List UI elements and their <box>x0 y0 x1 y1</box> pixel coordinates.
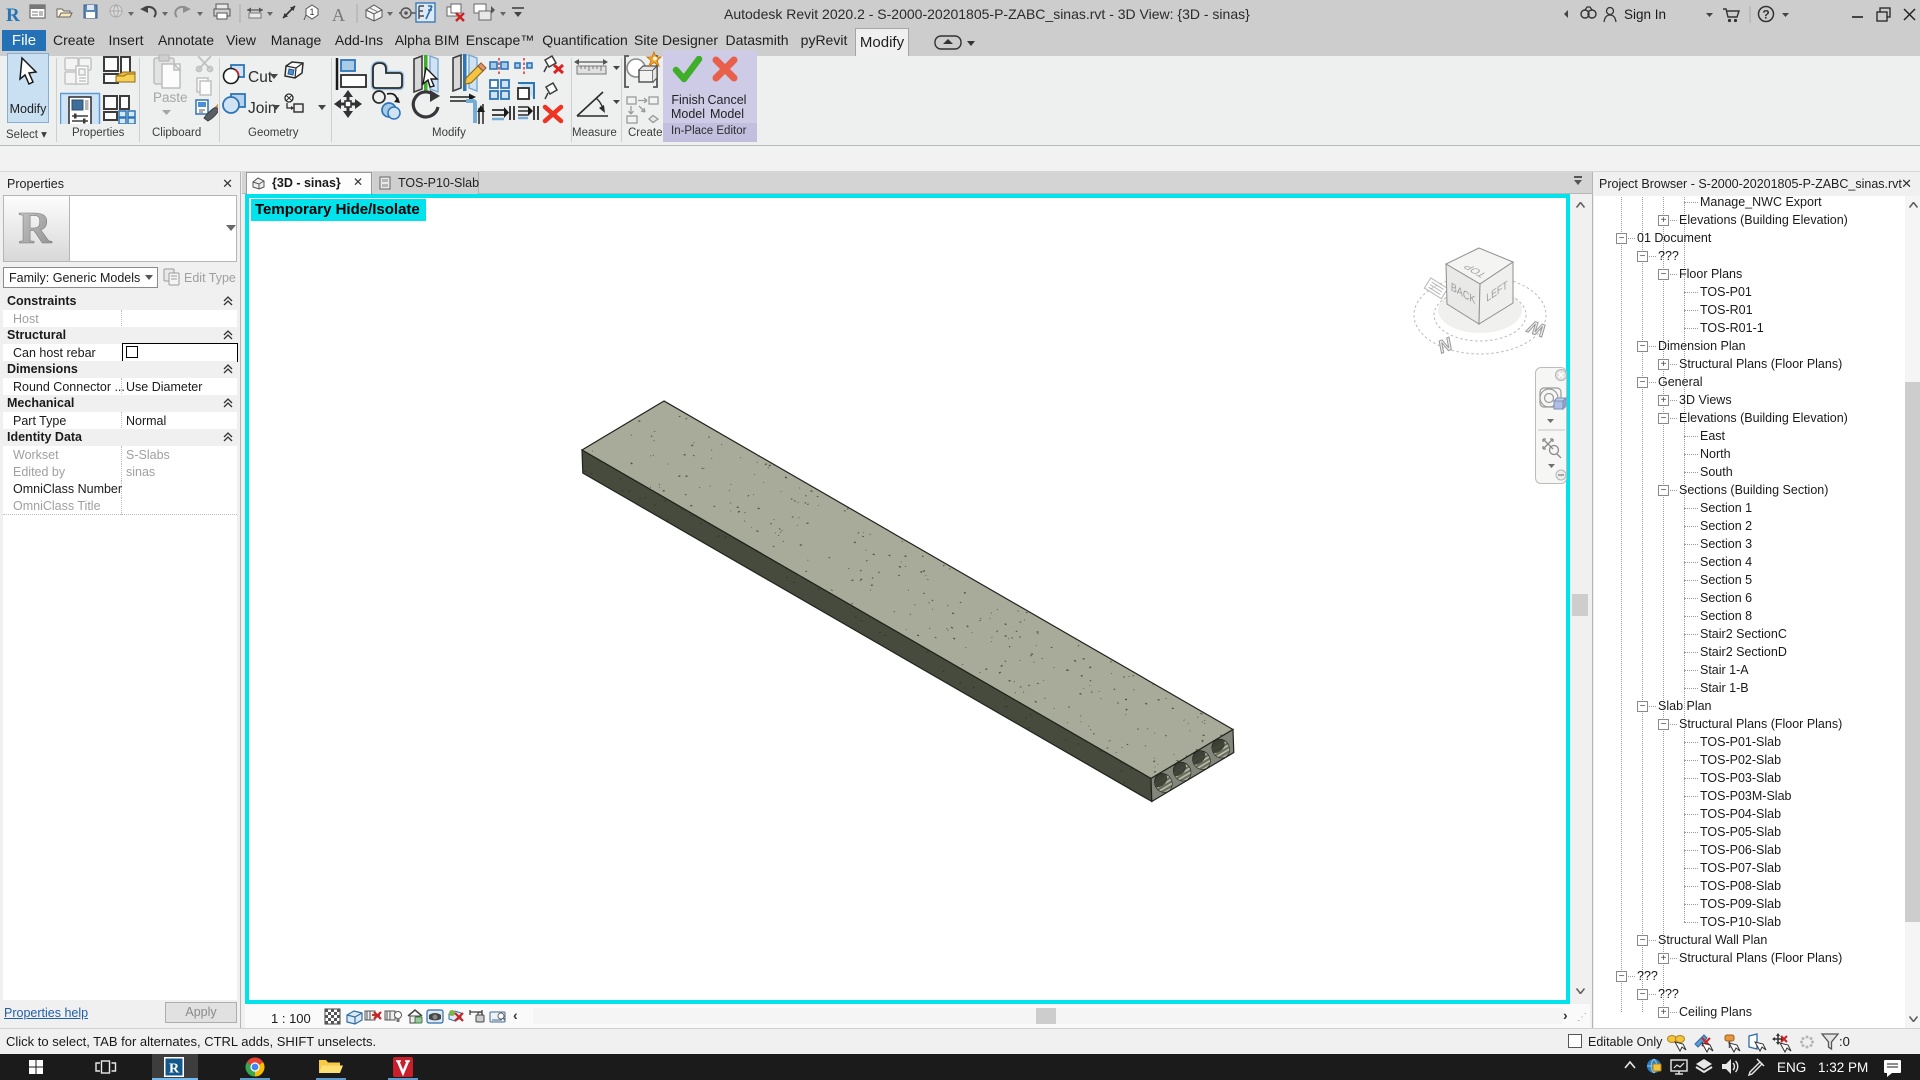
svg-text::0: :0 <box>1839 1034 1850 1049</box>
svg-text:ENG: ENG <box>1777 1060 1806 1075</box>
svg-text:1:32 PM: 1:32 PM <box>1818 1060 1868 1075</box>
svg-text:Cut: Cut <box>248 69 273 86</box>
svg-text:Paste: Paste <box>153 90 188 105</box>
svg-text:R: R <box>169 1062 180 1077</box>
svg-text:W: W <box>1524 316 1549 341</box>
svg-text:Model: Model <box>671 107 705 121</box>
svg-text:1: 1 <box>309 7 314 17</box>
svg-text:Join: Join <box>248 100 276 117</box>
svg-text:Model: Model <box>710 107 744 121</box>
svg-text:?: ? <box>1762 8 1769 22</box>
svg-text:Cancel: Cancel <box>708 93 747 107</box>
svg-text:N: N <box>1435 333 1455 357</box>
svg-text:R: R <box>6 5 20 26</box>
svg-text:A: A <box>332 5 345 25</box>
svg-text:Finish: Finish <box>671 93 704 107</box>
svg-text:R: R <box>18 202 52 253</box>
svg-text:Sign In: Sign In <box>1624 7 1666 22</box>
